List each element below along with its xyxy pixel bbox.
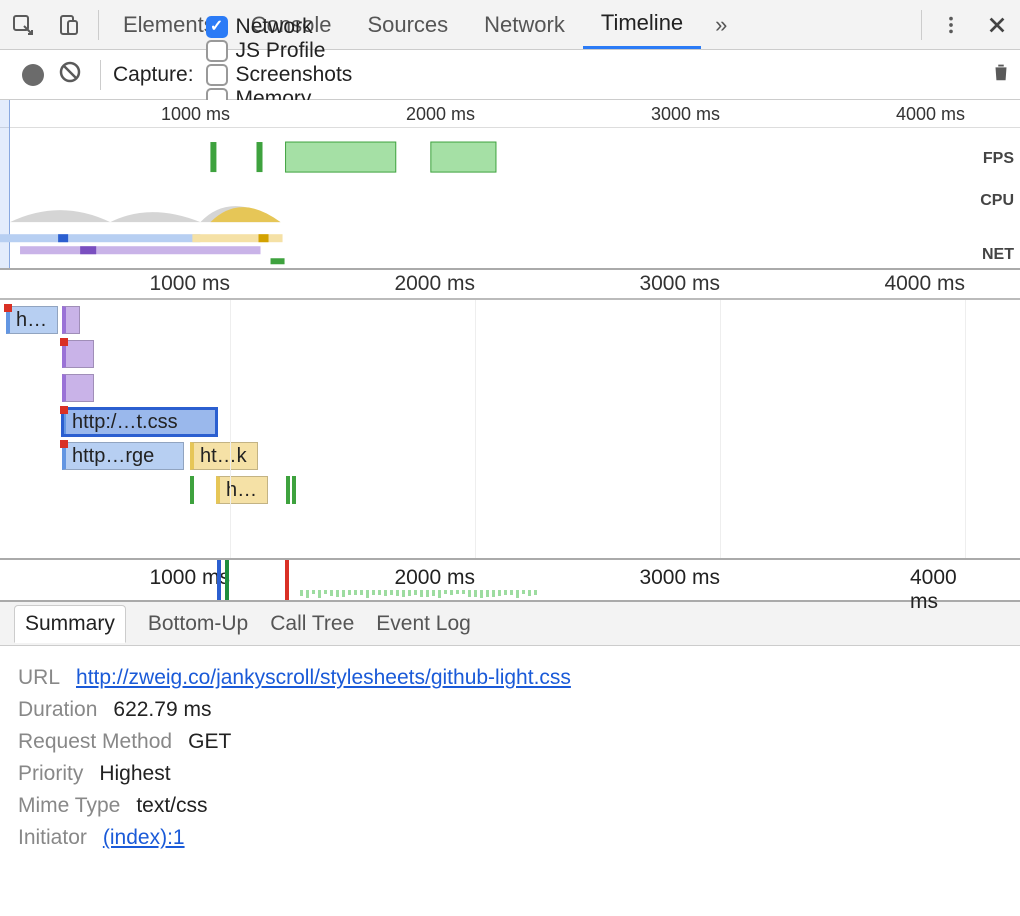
capture-option-js-profile[interactable]: JS Profile [206,39,353,63]
time-tick: 1000 ms [161,104,230,125]
flame-row: http:/…t.css [0,406,1020,440]
summary-mime-label: Mime Type [18,794,120,818]
network-bar[interactable]: ht…k [190,442,258,470]
summary-initiator-label: Initiator [18,826,87,850]
capture-option-label: Network [236,15,313,39]
overview-cpu-label: CPU [980,192,1014,210]
summary-panel: URL http://zweig.co/jankyscroll/styleshe… [0,646,1020,870]
summary-url-link[interactable]: http://zweig.co/jankyscroll/stylesheets/… [76,666,571,690]
time-tick: 4000 ms [896,104,965,125]
summary-method-label: Request Method [18,730,172,754]
long-task-marker [60,440,68,448]
summary-priority-value: Highest [99,762,170,786]
time-tick: 2000 ms [394,566,475,590]
network-bar[interactable]: http:/…t.css [62,408,217,436]
tab-network[interactable]: Network [466,0,583,49]
capture-option-label: JS Profile [236,39,326,63]
capture-label: Capture: [113,63,194,87]
capture-option-network[interactable]: Network [206,15,353,39]
details-tab-event-log[interactable]: Event Log [376,612,471,636]
checkbox-icon[interactable] [206,40,228,62]
network-bar[interactable] [62,374,94,402]
event-marker-red[interactable] [285,560,289,600]
details-tabbar: Summary Bottom-Up Call Tree Event Log [0,602,1020,646]
clear-recording-icon[interactable] [58,60,82,90]
time-tick: 3000 ms [651,104,720,125]
time-tick: 3000 ms [639,272,720,296]
flame-row: h… [0,474,1020,508]
finish-marker [292,476,296,504]
flame-row: http…rgeht…k [0,440,1020,474]
delete-recording-icon[interactable] [990,61,1012,89]
tabs-overflow-button[interactable]: » [701,12,741,38]
time-tick: 1000 ms [149,272,230,296]
close-devtools-icon[interactable] [974,0,1020,50]
event-marker-green[interactable] [225,560,229,600]
record-button[interactable] [22,64,44,86]
details-tab-summary[interactable]: Summary [14,605,126,643]
detail-ruler[interactable]: 1000 ms 2000 ms 3000 ms 4000 ms [0,270,1020,300]
timeline-flame-area[interactable]: 1000 ms 2000 ms 3000 ms 4000 ms h… http:/…t.… [0,270,1020,560]
overview-net-label: NET [982,246,1014,264]
summary-method-value: GET [188,730,231,754]
network-bar[interactable]: h… [216,476,268,504]
gridline [230,300,231,558]
summary-priority-label: Priority [18,762,83,786]
time-tick: 4000 ms [910,566,965,614]
long-task-marker [4,304,12,312]
capture-option-screenshots[interactable]: Screenshots [206,63,353,87]
summary-duration-label: Duration [18,698,97,722]
checkbox-icon[interactable] [206,16,228,38]
inspect-element-icon[interactable] [0,0,46,50]
time-tick: 2000 ms [394,272,475,296]
flame-row: h… [0,304,1020,338]
long-task-marker [60,406,68,414]
gridline [720,300,721,558]
event-marker-blue[interactable] [217,560,221,600]
overview-minimap [0,130,972,266]
timeline-capture-toolbar: Capture: NetworkJS ProfileScreenshotsMem… [0,50,1020,100]
toolbar-divider [100,60,101,90]
tab-divider [98,10,99,40]
timeline-overview[interactable]: 1000 ms 2000 ms 3000 ms 4000 ms FPS CPU NET [0,100,1020,270]
network-bar[interactable] [62,306,80,334]
details-tab-bottom-up[interactable]: Bottom-Up [148,612,248,636]
timeline-marker-ruler[interactable]: 1000 ms2000 ms3000 ms4000 ms [0,560,1020,602]
finish-marker [286,476,290,504]
summary-url-label: URL [18,666,60,690]
summary-duration-value: 622.79 ms [113,698,211,722]
details-tab-call-tree[interactable]: Call Tree [270,612,354,636]
capture-option-label: Screenshots [236,63,353,87]
frame-strip [300,590,537,598]
overview-ruler[interactable]: 1000 ms 2000 ms 3000 ms 4000 ms [0,100,1020,128]
gridline [475,300,476,558]
summary-initiator-link[interactable]: (index):1 [103,826,185,850]
gridline [965,300,966,558]
tab-timeline[interactable]: Timeline [583,0,701,49]
checkbox-icon[interactable] [206,64,228,86]
time-tick: 2000 ms [406,104,475,125]
time-tick: 3000 ms [639,566,720,590]
tab-divider [921,10,922,40]
devtools-tabbar: ElementsConsoleSourcesNetworkTimeline » [0,0,1020,50]
finish-marker [190,476,194,504]
network-bar[interactable]: http…rge [62,442,184,470]
long-task-marker [60,338,68,346]
time-tick: 4000 ms [884,272,965,296]
kebab-menu-icon[interactable] [928,0,974,50]
device-toggle-icon[interactable] [46,0,92,50]
network-bar[interactable]: h… [6,306,58,334]
flame-row [0,338,1020,372]
flame-row [0,372,1020,406]
overview-fps-label: FPS [983,150,1014,168]
summary-mime-value: text/css [136,794,207,818]
